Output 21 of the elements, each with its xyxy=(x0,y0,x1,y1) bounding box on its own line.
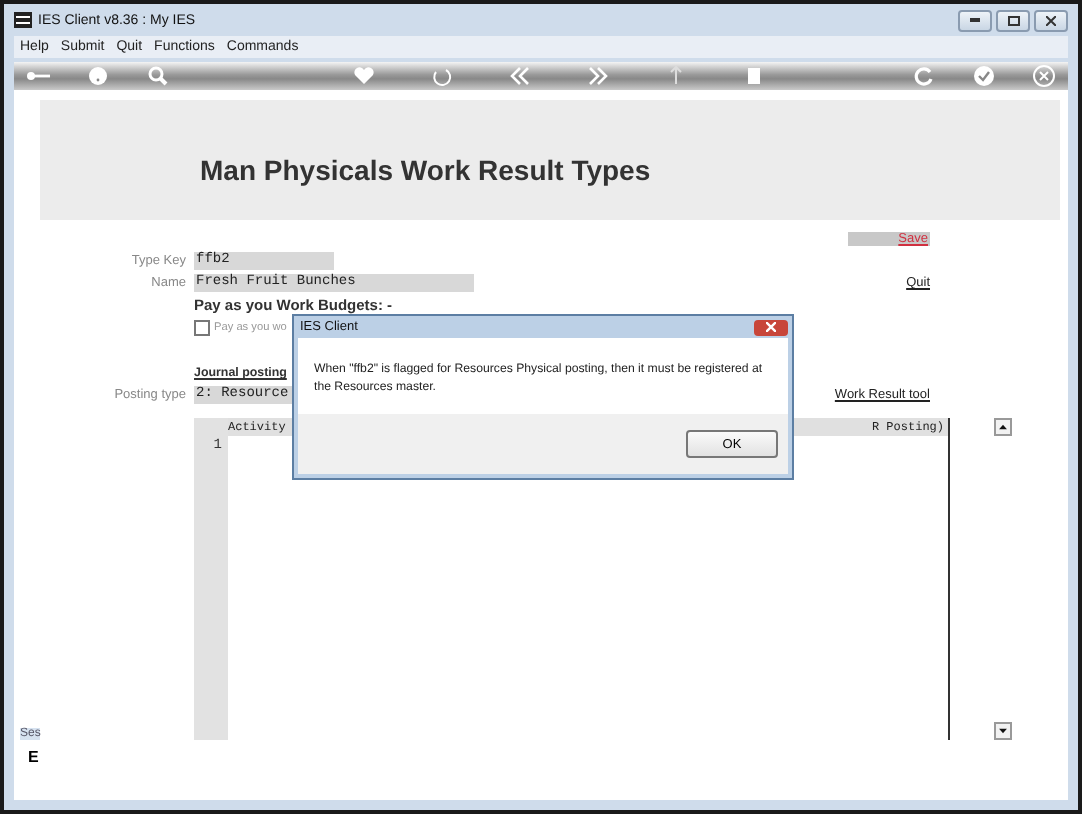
status-indicator: E xyxy=(28,748,41,766)
minimize-icon xyxy=(970,18,980,22)
refresh-icon[interactable] xyxy=(911,64,936,88)
page-title: Man Physicals Work Result Types xyxy=(200,154,651,186)
maximize-button[interactable] xyxy=(996,9,1030,31)
close-icon xyxy=(766,322,776,332)
rewind-icon[interactable] xyxy=(507,64,532,88)
check-icon[interactable] xyxy=(971,64,996,88)
minimize-button[interactable] xyxy=(958,9,992,31)
close-button[interactable] xyxy=(1034,9,1068,31)
heart-icon[interactable] xyxy=(351,64,376,88)
forward-icon[interactable] xyxy=(586,64,611,88)
checkbox[interactable] xyxy=(194,319,210,335)
maximize-icon xyxy=(1007,15,1019,25)
scroll-up-button[interactable] xyxy=(994,418,1012,436)
search-icon[interactable] xyxy=(146,64,171,88)
scroll-down-button[interactable] xyxy=(994,722,1012,740)
dialog-close-button[interactable] xyxy=(754,319,788,335)
close-icon xyxy=(1046,15,1056,25)
close-icon[interactable] xyxy=(1031,64,1056,88)
app-logo-icon xyxy=(14,12,32,28)
